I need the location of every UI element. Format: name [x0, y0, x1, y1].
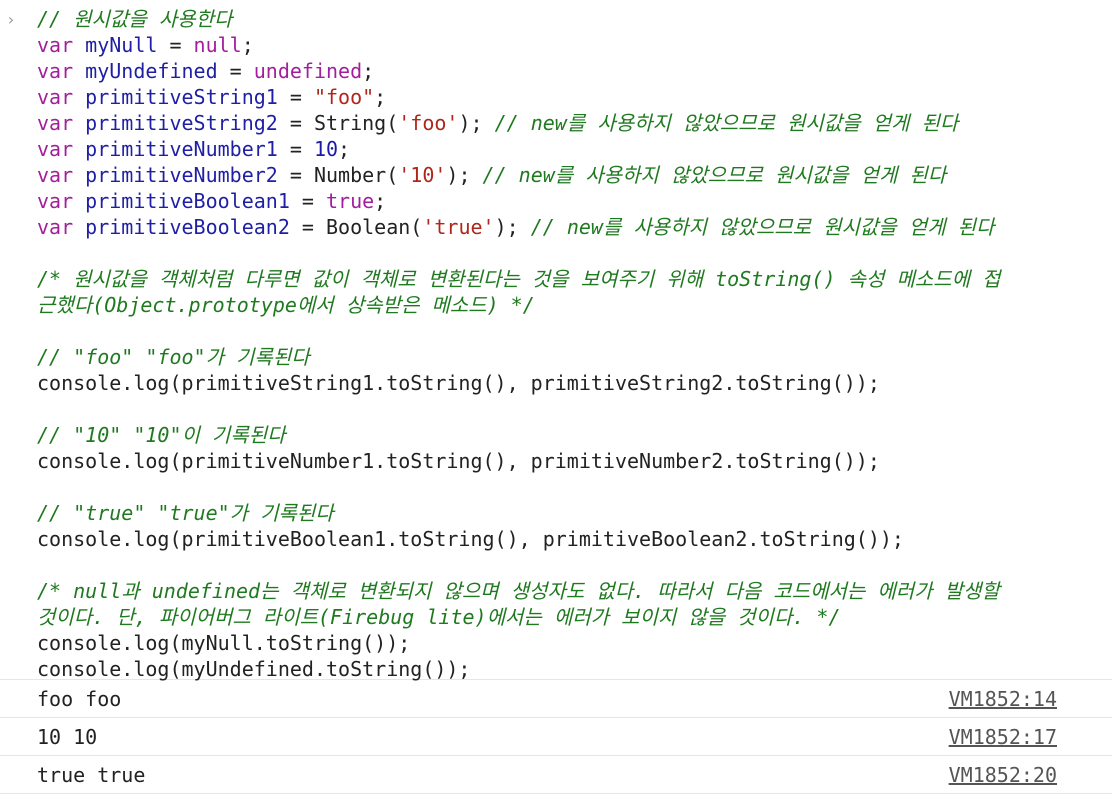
code-token-kw: var	[37, 59, 86, 83]
code-token-op: =	[277, 137, 314, 161]
console-input-entry[interactable]: › // 원시값을 사용한다 var myNull = null; var myUn…	[0, 0, 1112, 682]
code-token-plain: console.log(primitiveBoolean1.toString()…	[37, 527, 904, 551]
code-line: 근했다(Object.prototype에서 상속받은 메소드) */	[37, 292, 1112, 318]
code-token-num: 10	[313, 137, 339, 161]
code-token-kw: var	[37, 215, 86, 239]
code-line: // "10" "10"이 기록된다	[37, 422, 1112, 448]
code-token-var: myNull	[85, 33, 158, 57]
code-line: /* null과 undefined는 객체로 변환되지 않으며 생성자도 없다…	[37, 578, 1112, 604]
code-token-op: =	[289, 189, 326, 213]
code-line: var primitiveNumber1 = 10;	[37, 136, 1112, 162]
console-message-row: 10 10 VM1852:17	[0, 718, 1112, 756]
code-line: console.log(myUndefined.toString());	[37, 656, 1112, 682]
console-message-row: foo foo VM1852:14	[0, 680, 1112, 718]
code-token-cmt: // new를 사용하지 않았으므로 원시값을 얻게 된다	[530, 215, 995, 239]
console-message-text: true true	[37, 763, 146, 787]
code-token-plain: String(	[313, 111, 399, 135]
code-token-var: primitiveBoolean1	[85, 189, 290, 213]
source-location-link[interactable]: VM1852:14	[949, 688, 1057, 710]
code-line: var primitiveBoolean2 = Boolean('true');…	[37, 214, 1112, 240]
code-token-op: ;	[362, 59, 375, 83]
code-line: console.log(primitiveBoolean1.toString()…	[37, 526, 1112, 552]
code-line: var myNull = null;	[37, 32, 1112, 58]
code-token-kw: var	[37, 111, 86, 135]
code-token-null: true	[326, 189, 375, 213]
code-token-cmt: /* 원시값을 객체처럼 다루면 값이 객체로 변환된다는 것을 보여주기 위해…	[37, 267, 1001, 291]
code-token-var: primitiveString2	[85, 111, 278, 135]
code-token-kw: var	[37, 137, 86, 161]
code-line: console.log(primitiveString1.toString(),…	[37, 370, 1112, 396]
code-line: var primitiveBoolean1 = true;	[37, 188, 1112, 214]
code-line: // "true" "true"가 기록된다	[37, 500, 1112, 526]
code-token-op: =	[277, 163, 314, 187]
code-token-str: '10'	[398, 163, 447, 187]
code-token-cmt: // new를 사용하지 않았으므로 원시값을 얻게 된다	[482, 163, 947, 187]
code-token-cmt: // "true" "true"가 기록된다	[37, 501, 334, 525]
devtools-console: › // 원시값을 사용한다 var myNull = null; var myUn…	[0, 0, 1112, 806]
code-token-op: ;	[241, 33, 254, 57]
code-token-op: ;	[374, 85, 387, 109]
code-token-plain: Number(	[313, 163, 399, 187]
code-token-var: primitiveNumber2	[85, 163, 278, 187]
code-token-plain: );	[458, 111, 495, 135]
code-line: console.log(primitiveNumber1.toString(),…	[37, 448, 1112, 474]
chevron-right-icon[interactable]: ›	[6, 10, 16, 30]
code-line: // "foo" "foo"가 기록된다	[37, 344, 1112, 370]
source-location-link[interactable]: VM1852:20	[949, 764, 1057, 786]
code-token-op: =	[157, 33, 194, 57]
code-line: var primitiveString1 = "foo";	[37, 84, 1112, 110]
code-line: console.log(myNull.toString());	[37, 630, 1112, 656]
code-token-op: ;	[374, 189, 387, 213]
code-token-var: primitiveBoolean2	[85, 215, 290, 239]
source-location-link[interactable]: VM1852:17	[949, 726, 1057, 748]
code-token-cmt: // "foo" "foo"가 기록된다	[37, 345, 310, 369]
code-token-null: undefined	[253, 59, 363, 83]
code-line: var primitiveNumber2 = Number('10'); // …	[37, 162, 1112, 188]
code-token-var: myUndefined	[85, 59, 218, 83]
code-token-kw: var	[37, 189, 86, 213]
code-token-kw: var	[37, 163, 86, 187]
code-token-plain: Boolean(	[326, 215, 423, 239]
code-line: /* 원시값을 객체처럼 다루면 값이 객체로 변환된다는 것을 보여주기 위해…	[37, 266, 1112, 292]
code-token-kw: var	[37, 33, 86, 57]
code-line: var primitiveString2 = String('foo'); //…	[37, 110, 1112, 136]
code-token-cmt: 근했다(Object.prototype에서 상속받은 메소드) */	[37, 293, 535, 317]
console-message-text: foo foo	[37, 687, 122, 711]
code-token-plain: );	[494, 215, 531, 239]
code-block: // 원시값을 사용한다 var myNull = null; var myUnde…	[37, 6, 1112, 682]
code-token-str: 'foo'	[398, 111, 459, 135]
code-token-op: =	[277, 111, 314, 135]
code-token-var: primitiveString1	[85, 85, 278, 109]
code-token-str: 'true'	[422, 215, 495, 239]
code-token-plain: console.log(primitiveString1.toString(),…	[37, 371, 880, 395]
code-token-op: =	[217, 59, 254, 83]
code-token-cmt: // 원시값을 사용한다	[37, 7, 233, 31]
code-token-kw: var	[37, 85, 86, 109]
console-output: foo foo VM1852:14 10 10 VM1852:17 true true V…	[0, 680, 1112, 794]
code-line: // 원시값을 사용한다	[37, 6, 1112, 32]
code-token-cmt: // new를 사용하지 않았으므로 원시값을 얻게 된다	[494, 111, 959, 135]
code-token-var: primitiveNumber1	[85, 137, 278, 161]
code-token-cmt: /* null과 undefined는 객체로 변환되지 않으며 생성자도 없다…	[37, 579, 1000, 603]
console-message-text: 10 10	[37, 725, 98, 749]
code-token-cmt: // "10" "10"이 기록된다	[37, 423, 286, 447]
code-line: 것이다. 단, 파이어버그 라이트(Firebug lite)에서는 에러가 보…	[37, 604, 1112, 630]
console-message-row: true true VM1852:20	[0, 756, 1112, 794]
code-token-plain: );	[446, 163, 483, 187]
code-token-plain: console.log(primitiveNumber1.toString(),…	[37, 449, 880, 473]
code-token-null: null	[193, 33, 242, 57]
code-token-op: =	[277, 85, 314, 109]
code-token-plain: console.log(myNull.toString());	[37, 631, 411, 655]
code-line: var myUndefined = undefined;	[37, 58, 1112, 84]
code-token-op: =	[289, 215, 326, 239]
code-token-cmt: 것이다. 단, 파이어버그 라이트(Firebug lite)에서는 에러가 보…	[37, 605, 841, 629]
code-token-op: ;	[338, 137, 351, 161]
code-token-str: "foo"	[313, 85, 375, 109]
code-token-plain: console.log(myUndefined.toString());	[37, 657, 471, 681]
